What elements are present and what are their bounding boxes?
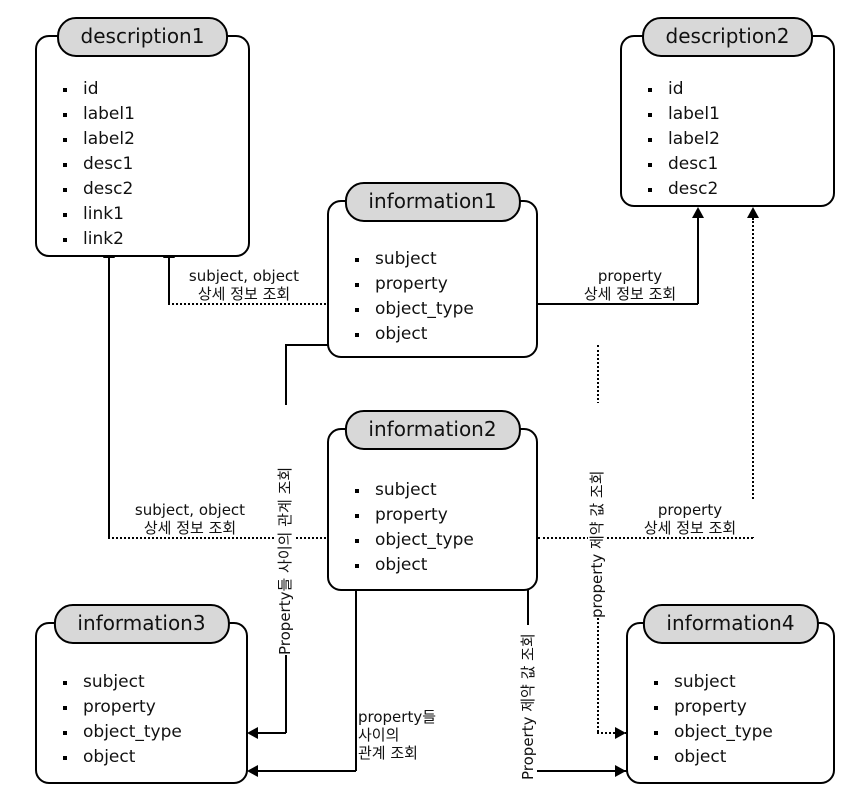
- edge-label-info1-to-info3: Property들 사이의 관계 조회: [276, 405, 294, 655]
- entity-description2[interactable]: description2 id label1 label2 desc1 desc…: [620, 17, 835, 207]
- attribute-item: id: [642, 77, 720, 102]
- attribute-item: object: [349, 553, 474, 578]
- edge-label-info2-to-desc1: subject, object 상세 정보 조회: [115, 501, 265, 537]
- edge-label-info1-to-desc1: subject, object 상세 정보 조회: [174, 267, 314, 303]
- edge-info1-desc2-horizontal: [538, 303, 698, 305]
- edge-info1-desc1-vertical: [168, 258, 170, 304]
- entity-information1-title: information1: [344, 182, 521, 222]
- entity-information1-attributes: subject property object_type object: [349, 247, 474, 347]
- attribute-item: property: [349, 503, 474, 528]
- entity-description1[interactable]: description1 id label1 label2 desc1 desc…: [35, 17, 250, 257]
- attribute-item: id: [57, 77, 135, 102]
- edge-info2-desc2-arrowhead: [747, 207, 759, 218]
- attribute-item: desc2: [57, 177, 135, 202]
- entity-description2-attributes: id label1 label2 desc1 desc2: [642, 77, 720, 202]
- edge-info1-info4-arrowhead: [615, 727, 626, 739]
- attribute-item: object: [349, 322, 474, 347]
- attribute-item: label2: [642, 127, 720, 152]
- entity-information2-title: information2: [344, 410, 521, 450]
- attribute-item: subject: [349, 478, 474, 503]
- attribute-item: desc2: [642, 177, 720, 202]
- entity-information3-attributes: subject property object_type object: [57, 670, 182, 770]
- edge-info2-info4-arrowhead: [615, 765, 626, 777]
- entity-information3-title: information3: [53, 604, 230, 644]
- attribute-item: object_type: [349, 528, 474, 553]
- edge-info1-desc2-arrowhead: [692, 207, 704, 218]
- attribute-item: desc1: [57, 152, 135, 177]
- attribute-item: object_type: [57, 720, 182, 745]
- attribute-item: subject: [349, 247, 474, 272]
- edge-info2-desc2-horizontal: [538, 537, 753, 539]
- diagram-canvas: description1 id label1 label2 desc1 desc…: [0, 0, 854, 794]
- attribute-item: object: [57, 745, 182, 770]
- attribute-item: label1: [57, 102, 135, 127]
- attribute-item: link2: [57, 227, 135, 252]
- attribute-item: property: [349, 272, 474, 297]
- edge-info1-desc1-horizontal: [168, 303, 330, 305]
- edge-info2-info4-horizontal: [527, 770, 627, 772]
- attribute-item: label2: [57, 127, 135, 152]
- attribute-item: property: [57, 695, 182, 720]
- attribute-item: subject: [648, 670, 773, 695]
- entity-information1[interactable]: information1 subject property object_typ…: [327, 182, 538, 358]
- attribute-item: object_type: [648, 720, 773, 745]
- edge-info2-info3-arrowhead: [247, 765, 258, 777]
- entity-description1-title: description1: [56, 17, 229, 57]
- attribute-item: object_type: [349, 297, 474, 322]
- attribute-item: label1: [642, 102, 720, 127]
- entity-information3[interactable]: information3 subject property object_typ…: [35, 604, 248, 784]
- attribute-item: desc1: [642, 152, 720, 177]
- edge-info2-info3-horizontal: [258, 770, 356, 772]
- entity-information4-title: information4: [642, 604, 819, 644]
- entity-information2-attributes: subject property object_type object: [349, 478, 474, 578]
- entity-information2[interactable]: information2 subject property object_typ…: [327, 410, 538, 591]
- edge-info2-desc2-vertical: [752, 218, 754, 538]
- attribute-item: object: [648, 745, 773, 770]
- entity-description1-attributes: id label1 label2 desc1 desc2 link1 link2: [57, 77, 135, 252]
- edge-info1-info3-arrowhead: [247, 727, 258, 739]
- edge-info1-desc2-vertical: [697, 218, 699, 304]
- edge-info2-desc1-horizontal: [108, 537, 330, 539]
- edge-label-info1-to-desc2: property 상세 정보 조회: [565, 267, 695, 303]
- edge-label-info1-to-info4: property 제약 값 조회: [588, 403, 606, 618]
- edge-label-info2-to-info4: Property 제약 값 조회: [519, 625, 537, 780]
- edge-label-info2-to-info3: property들 사이의 관계 조회: [358, 708, 488, 762]
- edge-label-info2-to-desc2: property 상세 정보 조회: [625, 501, 755, 537]
- edge-info2-info3-vertical: [355, 590, 357, 771]
- attribute-item: property: [648, 695, 773, 720]
- edge-info2-desc1-vertical: [108, 258, 110, 538]
- entity-information4[interactable]: information4 subject property object_typ…: [626, 604, 835, 784]
- edge-info1-info3-horizontal-bottom: [258, 732, 286, 734]
- entity-description2-title: description2: [641, 17, 814, 57]
- attribute-item: subject: [57, 670, 182, 695]
- attribute-item: link1: [57, 202, 135, 227]
- entity-information4-attributes: subject property object_type object: [648, 670, 773, 770]
